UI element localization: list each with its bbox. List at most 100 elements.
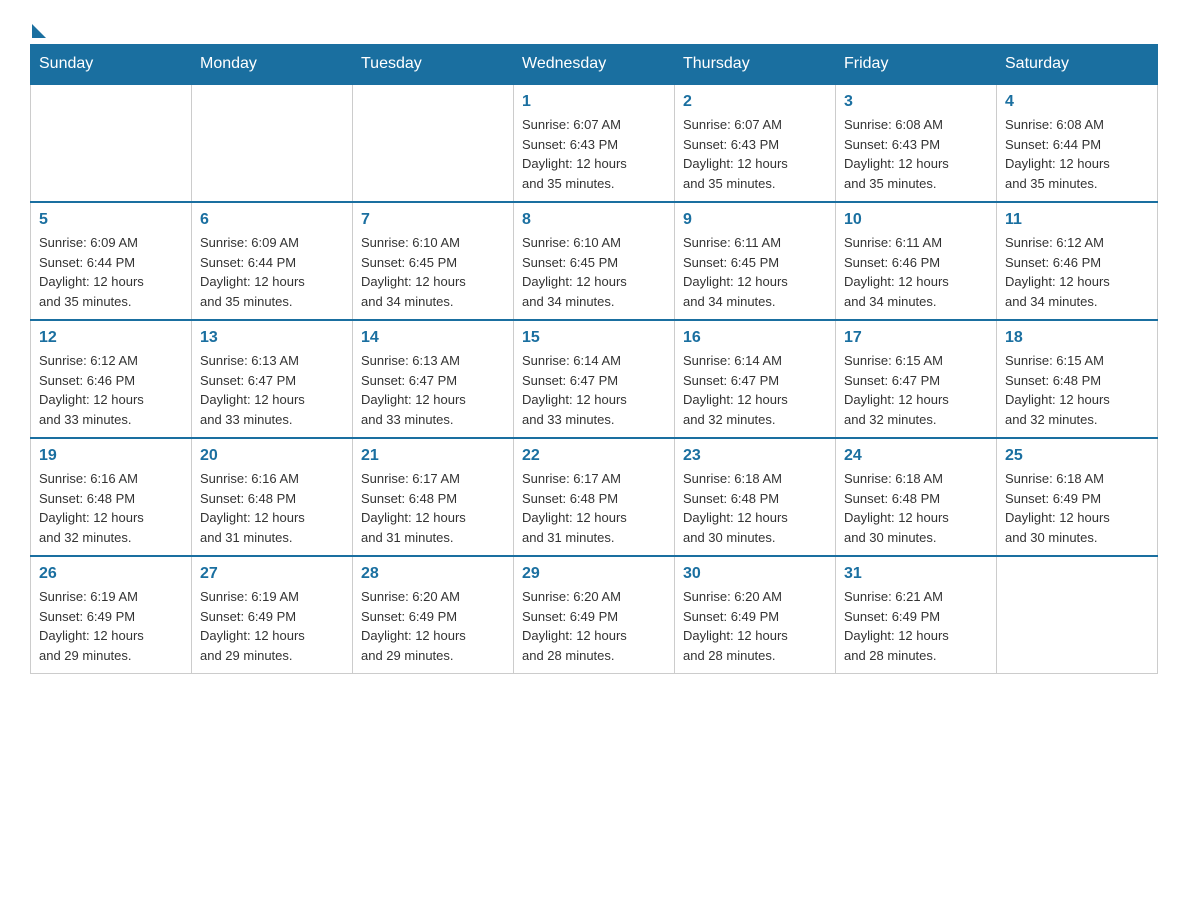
calendar-cell: 28 Sunrise: 6:20 AM Sunset: 6:49 PM Dayli…	[353, 556, 514, 674]
day-number: 20	[200, 447, 344, 465]
calendar-table: SundayMondayTuesdayWednesdayThursdayFrid…	[30, 44, 1158, 674]
calendar-cell: 8 Sunrise: 6:10 AM Sunset: 6:45 PM Daylig…	[514, 202, 675, 320]
day-number: 8	[522, 211, 666, 229]
week-row-2: 5 Sunrise: 6:09 AM Sunset: 6:44 PM Daylig…	[31, 202, 1158, 320]
calendar-cell	[997, 556, 1158, 674]
calendar-cell: 20 Sunrise: 6:16 AM Sunset: 6:48 PM Dayli…	[192, 438, 353, 556]
day-number: 3	[844, 93, 988, 111]
day-number: 27	[200, 565, 344, 583]
day-number: 5	[39, 211, 183, 229]
day-number: 18	[1005, 329, 1149, 347]
day-info: Sunrise: 6:20 AM Sunset: 6:49 PM Dayligh…	[361, 587, 505, 665]
day-number: 22	[522, 447, 666, 465]
day-number: 15	[522, 329, 666, 347]
weekday-header-thursday: Thursday	[675, 45, 836, 85]
day-info: Sunrise: 6:15 AM Sunset: 6:47 PM Dayligh…	[844, 351, 988, 429]
day-number: 29	[522, 565, 666, 583]
calendar-cell: 7Sunrise: 6:10 AM Sunset: 6:45 PM Daylig…	[353, 202, 514, 320]
calendar-cell: 6 Sunrise: 6:09 AM Sunset: 6:44 PM Daylig…	[192, 202, 353, 320]
week-row-1: 1 Sunrise: 6:07 AM Sunset: 6:43 PM Daylig…	[31, 84, 1158, 202]
calendar-cell: 25Sunrise: 6:18 AM Sunset: 6:49 PM Dayli…	[997, 438, 1158, 556]
calendar-cell	[192, 84, 353, 202]
day-number: 10	[844, 211, 988, 229]
day-info: Sunrise: 6:19 AM Sunset: 6:49 PM Dayligh…	[200, 587, 344, 665]
day-info: Sunrise: 6:11 AM Sunset: 6:46 PM Dayligh…	[844, 233, 988, 311]
day-info: Sunrise: 6:18 AM Sunset: 6:48 PM Dayligh…	[844, 469, 988, 547]
day-number: 4	[1005, 93, 1149, 111]
weekday-header-sunday: Sunday	[31, 45, 192, 85]
day-info: Sunrise: 6:16 AM Sunset: 6:48 PM Dayligh…	[200, 469, 344, 547]
calendar-cell: 10 Sunrise: 6:11 AM Sunset: 6:46 PM Dayli…	[836, 202, 997, 320]
weekday-header-wednesday: Wednesday	[514, 45, 675, 85]
calendar-cell: 16 Sunrise: 6:14 AM Sunset: 6:47 PM Dayli…	[675, 320, 836, 438]
day-info: Sunrise: 6:08 AM Sunset: 6:44 PM Dayligh…	[1005, 115, 1149, 193]
weekday-header-tuesday: Tuesday	[353, 45, 514, 85]
calendar-cell: 5Sunrise: 6:09 AM Sunset: 6:44 PM Daylig…	[31, 202, 192, 320]
calendar-cell: 19Sunrise: 6:16 AM Sunset: 6:48 PM Dayli…	[31, 438, 192, 556]
day-info: Sunrise: 6:20 AM Sunset: 6:49 PM Dayligh…	[522, 587, 666, 665]
day-number: 24	[844, 447, 988, 465]
weekday-header-saturday: Saturday	[997, 45, 1158, 85]
day-info: Sunrise: 6:09 AM Sunset: 6:44 PM Dayligh…	[200, 233, 344, 311]
day-info: Sunrise: 6:07 AM Sunset: 6:43 PM Dayligh…	[683, 115, 827, 193]
calendar-cell: 2 Sunrise: 6:07 AM Sunset: 6:43 PM Daylig…	[675, 84, 836, 202]
day-info: Sunrise: 6:07 AM Sunset: 6:43 PM Dayligh…	[522, 115, 666, 193]
calendar-cell: 15Sunrise: 6:14 AM Sunset: 6:47 PM Dayli…	[514, 320, 675, 438]
day-info: Sunrise: 6:14 AM Sunset: 6:47 PM Dayligh…	[683, 351, 827, 429]
day-info: Sunrise: 6:12 AM Sunset: 6:46 PM Dayligh…	[1005, 233, 1149, 311]
day-info: Sunrise: 6:20 AM Sunset: 6:49 PM Dayligh…	[683, 587, 827, 665]
day-info: Sunrise: 6:13 AM Sunset: 6:47 PM Dayligh…	[200, 351, 344, 429]
calendar-cell: 30 Sunrise: 6:20 AM Sunset: 6:49 PM Dayli…	[675, 556, 836, 674]
week-row-5: 26 Sunrise: 6:19 AM Sunset: 6:49 PM Dayli…	[31, 556, 1158, 674]
day-info: Sunrise: 6:08 AM Sunset: 6:43 PM Dayligh…	[844, 115, 988, 193]
day-number: 1	[522, 93, 666, 111]
calendar-cell: 27 Sunrise: 6:19 AM Sunset: 6:49 PM Dayli…	[192, 556, 353, 674]
day-info: Sunrise: 6:12 AM Sunset: 6:46 PM Dayligh…	[39, 351, 183, 429]
day-info: Sunrise: 6:11 AM Sunset: 6:45 PM Dayligh…	[683, 233, 827, 311]
calendar-cell: 26Sunrise: 6:19 AM Sunset: 6:49 PM Dayli…	[31, 556, 192, 674]
day-info: Sunrise: 6:21 AM Sunset: 6:49 PM Dayligh…	[844, 587, 988, 665]
day-number: 30	[683, 565, 827, 583]
day-number: 14	[361, 329, 505, 347]
calendar-cell: 13 Sunrise: 6:13 AM Sunset: 6:47 PM Dayli…	[192, 320, 353, 438]
calendar-cell: 18Sunrise: 6:15 AM Sunset: 6:48 PM Dayli…	[997, 320, 1158, 438]
calendar-cell: 11 Sunrise: 6:12 AM Sunset: 6:46 PM Dayli…	[997, 202, 1158, 320]
page-header	[30, 20, 1158, 34]
day-number: 25	[1005, 447, 1149, 465]
calendar-cell: 1 Sunrise: 6:07 AM Sunset: 6:43 PM Daylig…	[514, 84, 675, 202]
day-number: 13	[200, 329, 344, 347]
calendar-cell: 12 Sunrise: 6:12 AM Sunset: 6:46 PM Dayli…	[31, 320, 192, 438]
calendar-cell: 29 Sunrise: 6:20 AM Sunset: 6:49 PM Dayli…	[514, 556, 675, 674]
day-number: 12	[39, 329, 183, 347]
calendar-cell: 31 Sunrise: 6:21 AM Sunset: 6:49 PM Dayli…	[836, 556, 997, 674]
day-info: Sunrise: 6:18 AM Sunset: 6:48 PM Dayligh…	[683, 469, 827, 547]
calendar-cell	[31, 84, 192, 202]
day-number: 17	[844, 329, 988, 347]
day-number: 9	[683, 211, 827, 229]
day-number: 16	[683, 329, 827, 347]
day-info: Sunrise: 6:16 AM Sunset: 6:48 PM Dayligh…	[39, 469, 183, 547]
day-info: Sunrise: 6:13 AM Sunset: 6:47 PM Dayligh…	[361, 351, 505, 429]
logo	[30, 20, 58, 34]
day-number: 2	[683, 93, 827, 111]
calendar-cell: 23 Sunrise: 6:18 AM Sunset: 6:48 PM Dayli…	[675, 438, 836, 556]
day-number: 31	[844, 565, 988, 583]
day-info: Sunrise: 6:10 AM Sunset: 6:45 PM Dayligh…	[522, 233, 666, 311]
calendar-cell: 21Sunrise: 6:17 AM Sunset: 6:48 PM Dayli…	[353, 438, 514, 556]
weekday-header-monday: Monday	[192, 45, 353, 85]
logo-triangle-icon	[32, 24, 46, 38]
calendar-cell: 9 Sunrise: 6:11 AM Sunset: 6:45 PM Daylig…	[675, 202, 836, 320]
day-number: 26	[39, 565, 183, 583]
calendar-cell	[353, 84, 514, 202]
day-number: 23	[683, 447, 827, 465]
day-info: Sunrise: 6:17 AM Sunset: 6:48 PM Dayligh…	[361, 469, 505, 547]
day-number: 11	[1005, 211, 1149, 229]
day-number: 28	[361, 565, 505, 583]
weekday-header-friday: Friday	[836, 45, 997, 85]
calendar-cell: 14 Sunrise: 6:13 AM Sunset: 6:47 PM Dayli…	[353, 320, 514, 438]
day-number: 6	[200, 211, 344, 229]
calendar-cell: 24 Sunrise: 6:18 AM Sunset: 6:48 PM Dayli…	[836, 438, 997, 556]
day-info: Sunrise: 6:17 AM Sunset: 6:48 PM Dayligh…	[522, 469, 666, 547]
calendar-cell: 17 Sunrise: 6:15 AM Sunset: 6:47 PM Dayli…	[836, 320, 997, 438]
week-row-4: 19Sunrise: 6:16 AM Sunset: 6:48 PM Dayli…	[31, 438, 1158, 556]
